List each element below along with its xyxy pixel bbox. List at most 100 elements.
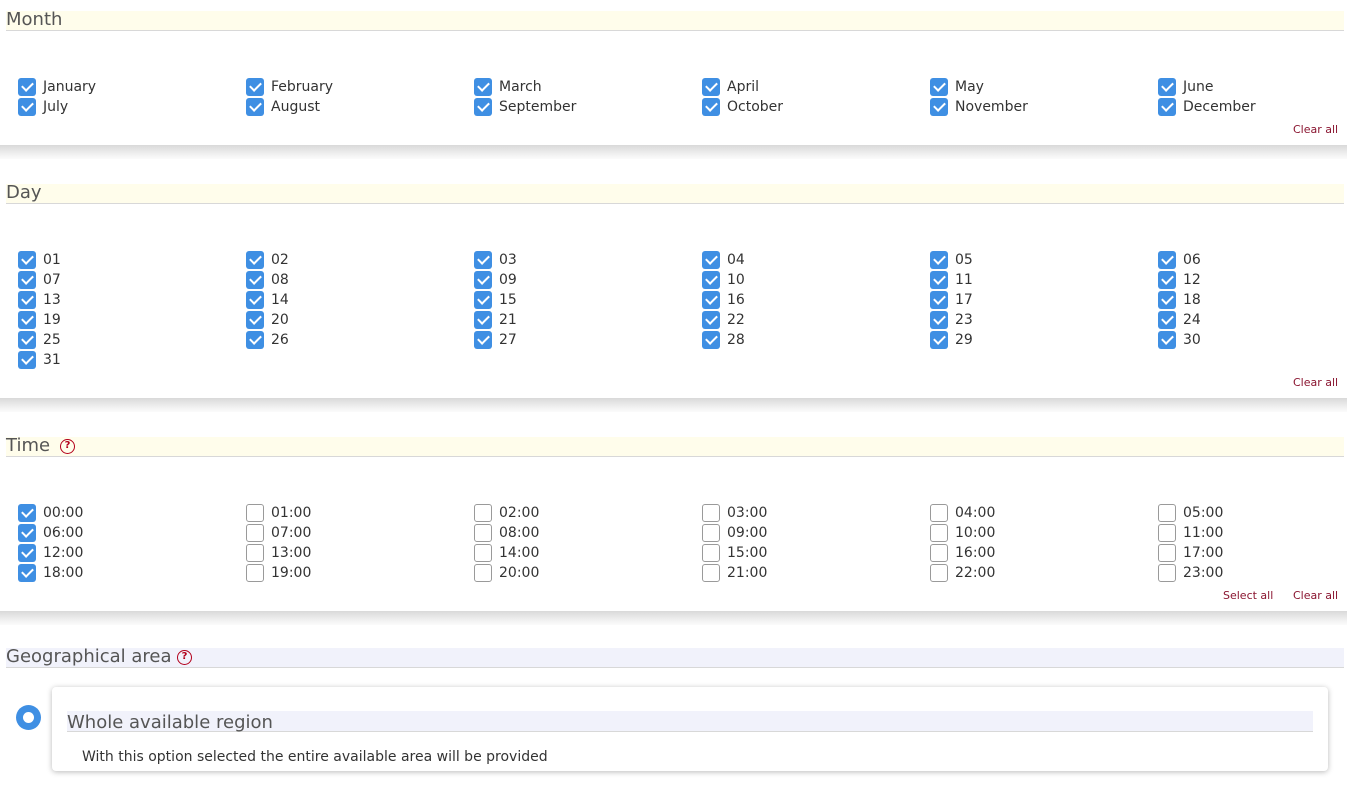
time-checkbox-item[interactable]: 18:00 — [18, 563, 83, 583]
day-clear-all-link[interactable]: Clear all — [1293, 376, 1338, 389]
day-checkbox[interactable] — [1158, 251, 1176, 269]
day-checkbox-item[interactable]: 06 — [1158, 250, 1201, 270]
day-checkbox-item[interactable]: 25 — [18, 330, 61, 350]
time-checkbox[interactable] — [930, 524, 948, 542]
day-checkbox-item[interactable]: 22 — [702, 310, 745, 330]
day-checkbox[interactable] — [246, 311, 264, 329]
month-checkbox-item[interactable]: October — [702, 97, 783, 117]
day-checkbox-item[interactable]: 19 — [18, 310, 61, 330]
month-checkbox-item[interactable]: December — [1158, 97, 1256, 117]
time-checkbox[interactable] — [702, 564, 720, 582]
time-checkbox[interactable] — [246, 564, 264, 582]
time-checkbox[interactable] — [246, 544, 264, 562]
time-checkbox[interactable] — [474, 504, 492, 522]
day-checkbox[interactable] — [702, 251, 720, 269]
time-checkbox-item[interactable]: 01:00 — [246, 503, 311, 523]
time-checkbox-item[interactable]: 05:00 — [1158, 503, 1223, 523]
help-icon[interactable]: ? — [60, 439, 75, 454]
day-checkbox-item[interactable]: 08 — [246, 270, 289, 290]
day-checkbox-item[interactable]: 09 — [474, 270, 517, 290]
month-checkbox[interactable] — [246, 98, 264, 116]
time-checkbox-item[interactable]: 04:00 — [930, 503, 995, 523]
time-select-all-link[interactable]: Select all — [1223, 589, 1273, 602]
time-checkbox[interactable] — [246, 524, 264, 542]
day-checkbox[interactable] — [474, 311, 492, 329]
month-checkbox-item[interactable]: February — [246, 77, 333, 97]
day-checkbox-item[interactable]: 02 — [246, 250, 289, 270]
time-checkbox-item[interactable]: 03:00 — [702, 503, 767, 523]
time-checkbox[interactable] — [474, 544, 492, 562]
month-checkbox[interactable] — [1158, 78, 1176, 96]
time-checkbox-item[interactable]: 10:00 — [930, 523, 995, 543]
day-checkbox-item[interactable]: 11 — [930, 270, 973, 290]
time-checkbox[interactable] — [930, 564, 948, 582]
month-clear-all-link[interactable]: Clear all — [1293, 123, 1338, 136]
day-checkbox-item[interactable]: 30 — [1158, 330, 1201, 350]
whole-region-radio[interactable] — [16, 705, 41, 730]
day-checkbox[interactable] — [246, 271, 264, 289]
time-checkbox[interactable] — [702, 504, 720, 522]
time-clear-all-link[interactable]: Clear all — [1293, 589, 1338, 602]
month-checkbox[interactable] — [702, 78, 720, 96]
day-checkbox[interactable] — [702, 311, 720, 329]
time-checkbox[interactable] — [474, 564, 492, 582]
time-checkbox-item[interactable]: 19:00 — [246, 563, 311, 583]
day-checkbox[interactable] — [18, 311, 36, 329]
month-checkbox-item[interactable]: August — [246, 97, 320, 117]
day-checkbox-item[interactable]: 21 — [474, 310, 517, 330]
time-checkbox[interactable] — [18, 524, 36, 542]
time-checkbox[interactable] — [1158, 524, 1176, 542]
help-icon[interactable]: ? — [177, 650, 192, 665]
time-checkbox[interactable] — [18, 504, 36, 522]
month-checkbox-item[interactable]: June — [1158, 77, 1214, 97]
time-checkbox-item[interactable]: 08:00 — [474, 523, 539, 543]
month-checkbox[interactable] — [474, 78, 492, 96]
time-checkbox[interactable] — [246, 504, 264, 522]
day-checkbox[interactable] — [930, 311, 948, 329]
time-checkbox-item[interactable]: 00:00 — [18, 503, 83, 523]
time-checkbox-item[interactable]: 11:00 — [1158, 523, 1223, 543]
time-checkbox-item[interactable]: 06:00 — [18, 523, 83, 543]
day-checkbox[interactable] — [474, 271, 492, 289]
time-checkbox[interactable] — [930, 504, 948, 522]
time-checkbox-item[interactable]: 20:00 — [474, 563, 539, 583]
day-checkbox-item[interactable]: 13 — [18, 290, 61, 310]
time-checkbox[interactable] — [1158, 564, 1176, 582]
time-checkbox[interactable] — [702, 524, 720, 542]
month-checkbox[interactable] — [1158, 98, 1176, 116]
time-checkbox[interactable] — [474, 524, 492, 542]
time-checkbox[interactable] — [18, 544, 36, 562]
day-checkbox-item[interactable]: 05 — [930, 250, 973, 270]
day-checkbox[interactable] — [18, 291, 36, 309]
month-checkbox[interactable] — [474, 98, 492, 116]
time-checkbox-item[interactable]: 14:00 — [474, 543, 539, 563]
month-checkbox[interactable] — [702, 98, 720, 116]
day-checkbox[interactable] — [18, 351, 36, 369]
time-checkbox-item[interactable]: 21:00 — [702, 563, 767, 583]
month-checkbox-item[interactable]: March — [474, 77, 542, 97]
day-checkbox-item[interactable]: 15 — [474, 290, 517, 310]
month-checkbox-item[interactable]: November — [930, 97, 1028, 117]
day-checkbox[interactable] — [18, 331, 36, 349]
day-checkbox[interactable] — [18, 271, 36, 289]
day-checkbox[interactable] — [1158, 271, 1176, 289]
day-checkbox-item[interactable]: 26 — [246, 330, 289, 350]
day-checkbox-item[interactable]: 03 — [474, 250, 517, 270]
month-checkbox-item[interactable]: April — [702, 77, 759, 97]
month-checkbox-item[interactable]: July — [18, 97, 68, 117]
month-checkbox[interactable] — [246, 78, 264, 96]
month-checkbox-item[interactable]: January — [18, 77, 96, 97]
time-checkbox[interactable] — [702, 544, 720, 562]
time-checkbox-item[interactable]: 15:00 — [702, 543, 767, 563]
day-checkbox[interactable] — [246, 251, 264, 269]
whole-region-option-card[interactable]: Whole available region With this option … — [52, 687, 1328, 771]
month-checkbox[interactable] — [18, 98, 36, 116]
time-checkbox[interactable] — [930, 544, 948, 562]
day-checkbox[interactable] — [702, 291, 720, 309]
day-checkbox-item[interactable]: 04 — [702, 250, 745, 270]
day-checkbox[interactable] — [1158, 311, 1176, 329]
day-checkbox[interactable] — [930, 331, 948, 349]
day-checkbox[interactable] — [474, 251, 492, 269]
time-checkbox[interactable] — [1158, 544, 1176, 562]
day-checkbox-item[interactable]: 23 — [930, 310, 973, 330]
